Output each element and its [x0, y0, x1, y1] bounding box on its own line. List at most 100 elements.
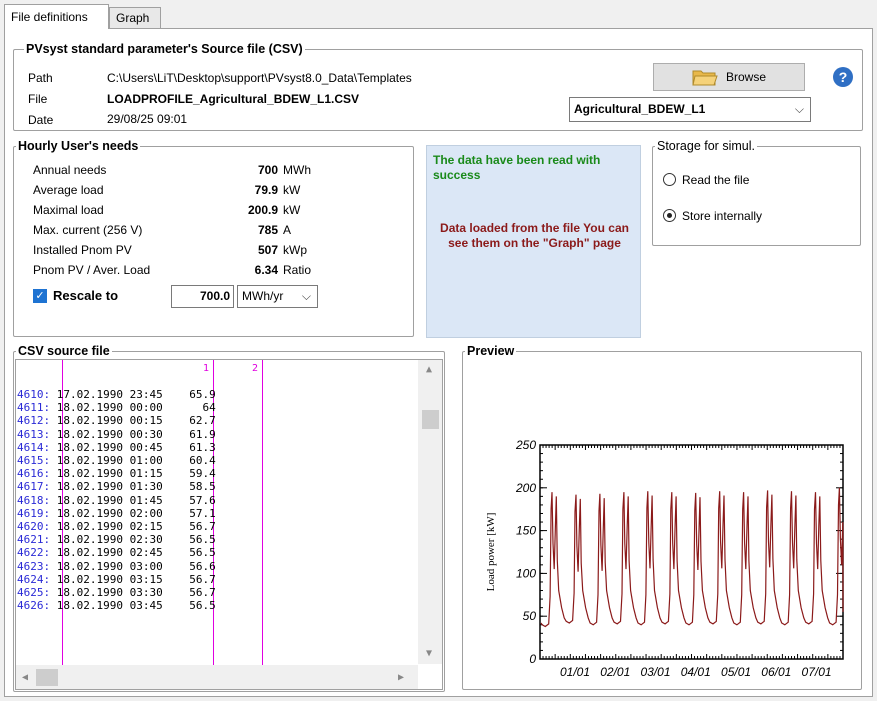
- storage-group: Storage for simul. Read the file Store i…: [652, 138, 861, 246]
- date-label: Date: [28, 113, 54, 127]
- csv-line-content: 18.02.1990 02:00 57.1: [50, 506, 216, 520]
- profile-select[interactable]: Agricultural_BDEW_L1 ⌵: [569, 97, 811, 122]
- csv-line-content: 18.02.1990 00:30 61.9: [50, 427, 216, 441]
- csv-line-content: 18.02.1990 01:45 57.6: [50, 493, 216, 507]
- success-message: The data have been read with success: [433, 153, 601, 182]
- csv-row: 4621: 18.02.1990 02:30 56.5: [17, 533, 216, 546]
- needs-unit: kW: [283, 203, 301, 217]
- file-label: File: [28, 92, 48, 106]
- csv-line-number: 4611:: [17, 401, 51, 415]
- csv-line-content: 18.02.1990 03:30 56.7: [50, 586, 216, 599]
- csv-row: 4617: 18.02.1990 01:30 58.5: [17, 480, 216, 493]
- csv-line-content: 17.02.1990 23:45 65.9: [50, 388, 216, 401]
- status-box: The data have been read with success Dat…: [426, 145, 641, 338]
- source-file-group: PVsyst standard parameter's Source file …: [13, 41, 863, 131]
- browse-button[interactable]: Browse: [653, 63, 805, 91]
- csv-line-content: 18.02.1990 02:30 56.5: [50, 533, 216, 547]
- tab-graph[interactable]: Graph: [109, 7, 161, 29]
- csv-viewer[interactable]: 1 2 4610: 17.02.1990 23:45 65.9 4611: 18.…: [15, 359, 443, 690]
- loaded-message: Data loaded from the file You can see th…: [440, 221, 629, 250]
- plot-area: [539, 444, 844, 660]
- y-tick-label: 0: [529, 652, 536, 666]
- vertical-scrollbar[interactable]: ▲ ▼: [418, 360, 442, 664]
- needs-label: Installed Pnom PV: [33, 243, 132, 257]
- column-header: 1: [203, 363, 210, 374]
- y-tick-label: 150: [516, 524, 536, 538]
- path-value: C:\Users\LiT\Desktop\support\PVsyst8.0_D…: [107, 71, 412, 85]
- csv-line-content: 18.02.1990 03:00 56.6: [50, 559, 216, 573]
- needs-label: Annual needs: [33, 163, 107, 177]
- vertical-scroll-thumb[interactable]: [422, 410, 439, 429]
- path-label: Path: [28, 71, 53, 85]
- csv-line-content: 18.02.1990 00:45 61.3: [50, 440, 216, 454]
- csv-row: 4613: 18.02.1990 00:30 61.9: [17, 428, 216, 441]
- horizontal-scrollbar[interactable]: ◀ ▶: [16, 665, 418, 689]
- y-axis-label: Load power [kW]: [485, 513, 497, 592]
- csv-line-number: 4617:: [17, 480, 51, 494]
- csv-group: CSV source file 1 2 4610: 17.02.1990 23:…: [13, 343, 445, 692]
- rescale-checkbox[interactable]: ✓: [33, 289, 47, 303]
- csv-line-content: 18.02.1990 01:00 60.4: [50, 454, 216, 467]
- csv-row: 4614: 18.02.1990 00:45 61.3: [17, 441, 216, 454]
- needs-unit: MWh: [283, 163, 311, 177]
- csv-line-number: 4614:: [17, 440, 51, 454]
- x-tick-label: 05/01: [721, 665, 751, 679]
- csv-row: 4623: 18.02.1990 03:00 56.6: [17, 560, 216, 573]
- csv-line-content: 18.02.1990 00:15 62.7: [50, 414, 216, 428]
- csv-line-content: 18.02.1990 02:15 56.7: [50, 520, 216, 533]
- hourly-needs-group: Hourly User's needs Annual needs 700 MWh…: [13, 138, 414, 337]
- csv-line-number: 4616:: [17, 467, 51, 481]
- help-icon[interactable]: ?: [833, 67, 853, 87]
- y-tick-label: 100: [516, 566, 536, 580]
- csv-line-content: 18.02.1990 03:15 56.7: [50, 572, 216, 586]
- needs-value: 507: [257, 243, 278, 257]
- hourly-needs-title: Hourly User's needs: [16, 138, 141, 154]
- csv-line-number: 4626:: [17, 599, 51, 613]
- scroll-right-icon[interactable]: ▶: [398, 672, 404, 683]
- csv-line-number: 4612:: [17, 414, 51, 428]
- x-tick-label: 04/01: [681, 665, 711, 679]
- csv-line-number: 4615:: [17, 454, 51, 467]
- csv-row: 4618: 18.02.1990 01:45 57.6: [17, 494, 216, 507]
- read-file-radio[interactable]: [663, 173, 676, 186]
- scroll-left-icon[interactable]: ◀: [22, 672, 28, 683]
- csv-title: CSV source file: [16, 343, 112, 359]
- csv-line-number: 4622:: [17, 546, 51, 560]
- needs-value: 6.34: [254, 263, 278, 277]
- needs-unit: Ratio: [283, 263, 312, 277]
- browse-label: Browse: [725, 70, 766, 84]
- rescale-value-input[interactable]: 700.0: [171, 285, 234, 308]
- file-definitions-page: PVsyst standard parameter's Source file …: [4, 28, 873, 697]
- csv-line-number: 4619:: [17, 506, 51, 520]
- column-header: 2: [252, 363, 259, 374]
- csv-line-number: 4620:: [17, 520, 51, 533]
- storage-title: Storage for simul.: [655, 138, 757, 154]
- csv-row: 4620: 18.02.1990 02:15 56.7: [17, 520, 216, 533]
- horizontal-scroll-thumb[interactable]: [36, 669, 58, 686]
- x-tick-label: 06/01: [761, 665, 791, 679]
- needs-value: 785: [257, 223, 278, 237]
- needs-label: Pnom PV / Aver. Load: [33, 263, 151, 277]
- csv-line-number: 4624:: [17, 572, 51, 586]
- csv-line-content: 18.02.1990 01:15 59.4: [50, 467, 216, 481]
- store-internally-radio[interactable]: [663, 209, 676, 222]
- needs-unit: A: [283, 223, 292, 237]
- column-divider: [262, 360, 263, 665]
- csv-line-number: 4618:: [17, 493, 51, 507]
- csv-line-content: 18.02.1990 02:45 56.5: [50, 546, 216, 560]
- folder-icon: [692, 70, 718, 86]
- tab-file-definitions[interactable]: File definitions: [4, 4, 109, 29]
- load-power-chart: 0 50 100 150 200 250 Load power [kW] 01/01 02/01…: [485, 438, 844, 679]
- csv-row: 4611: 18.02.1990 00:00 64: [17, 401, 216, 414]
- read-file-label: Read the file: [682, 173, 750, 187]
- rescale-unit-select[interactable]: MWh/yr ⌵: [237, 285, 318, 308]
- needs-unit: kW: [283, 183, 301, 197]
- csv-line-number: 4610:: [17, 388, 51, 401]
- scroll-up-icon[interactable]: ▲: [426, 364, 432, 375]
- csv-row: 4626: 18.02.1990 03:45 56.5: [17, 599, 216, 612]
- needs-unit: kWp: [283, 243, 307, 257]
- csv-row: 4612: 18.02.1990 00:15 62.7: [17, 414, 216, 427]
- scroll-down-icon[interactable]: ▼: [426, 648, 432, 659]
- chevron-down-icon: ⌵: [794, 102, 804, 116]
- y-tick-label: 200: [515, 481, 536, 495]
